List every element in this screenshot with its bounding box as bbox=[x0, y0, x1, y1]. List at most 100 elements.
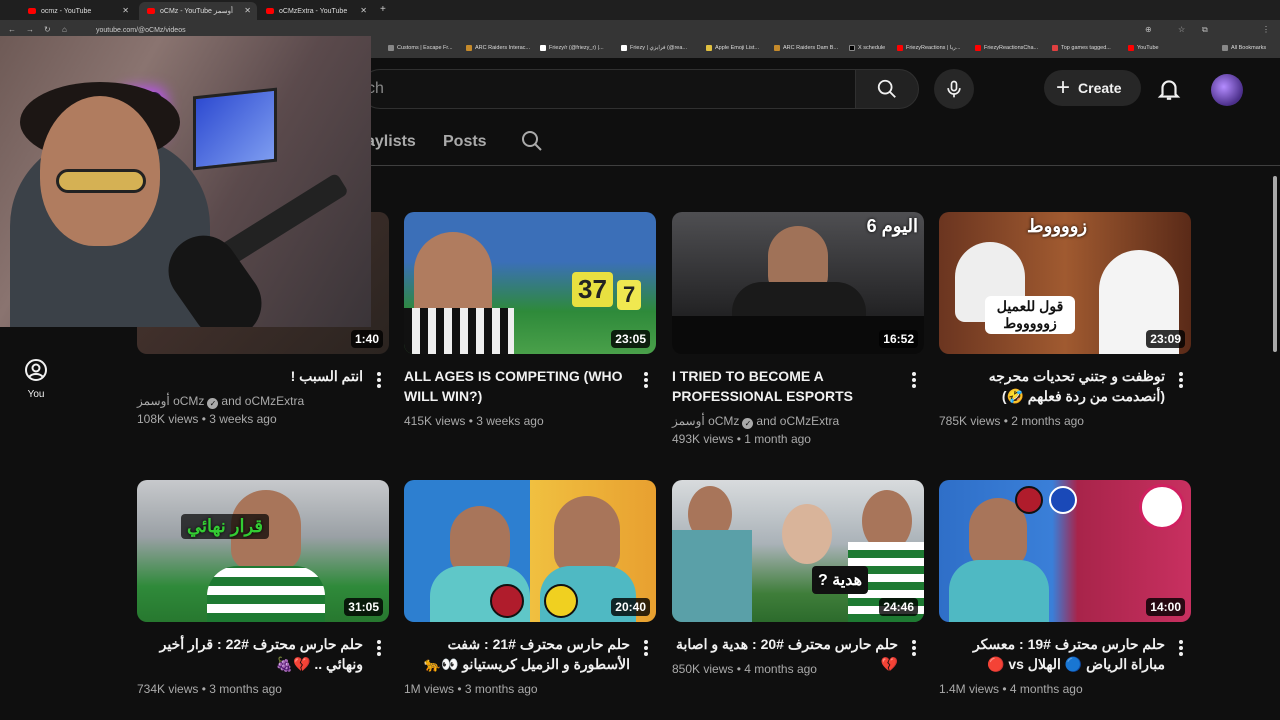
account-avatar[interactable] bbox=[1211, 74, 1243, 106]
person-circle-icon bbox=[25, 359, 47, 381]
video-menu-icon[interactable] bbox=[906, 638, 922, 658]
video-thumbnail[interactable]: 14:00 bbox=[939, 480, 1191, 622]
bookmark-item[interactable]: X schedule bbox=[849, 45, 885, 51]
video-thumbnail[interactable]: هدية ? 24:46 bbox=[672, 480, 924, 622]
bookmark-favicon-icon bbox=[466, 45, 472, 51]
team-badge-icon bbox=[544, 584, 578, 618]
video-title[interactable]: حلم حارس محترف #22 : قرار أخير ونهائي ..… bbox=[137, 634, 363, 674]
thumbnail-caption: قول للعميل زوووووط bbox=[985, 296, 1075, 334]
video-thumbnail[interactable]: زووووط قول للعميل زوووووط 23:09 bbox=[939, 212, 1191, 354]
video-title[interactable]: حلم حارس محترف #19 : معسكر مباراة الرياض… bbox=[939, 634, 1165, 674]
video-menu-icon[interactable] bbox=[371, 638, 387, 658]
browser-menu-icon[interactable]: ⋮ bbox=[1262, 25, 1270, 34]
youtube-favicon-icon bbox=[28, 8, 36, 14]
thumbnail-text: اليوم 6 bbox=[866, 216, 918, 236]
folder-icon bbox=[1222, 45, 1228, 51]
home-icon[interactable]: ⌂ bbox=[62, 25, 67, 34]
search-button[interactable] bbox=[855, 69, 919, 109]
bookmark-item[interactable]: Apple Emoji List... bbox=[706, 45, 759, 51]
video-duration: 23:05 bbox=[611, 330, 650, 348]
sidebar-item-you[interactable]: You bbox=[14, 358, 58, 400]
video-duration: 14:00 bbox=[1146, 598, 1185, 616]
video-menu-icon[interactable] bbox=[1173, 370, 1189, 390]
bookmark-item[interactable]: Customs | Escape Fr... bbox=[388, 45, 453, 51]
video-title[interactable]: انتم السبب ! bbox=[137, 366, 363, 386]
video-card[interactable]: 14:00 حلم حارس محترف #19 : معسكر مباراة … bbox=[939, 480, 1191, 696]
video-card[interactable]: اليوم 6 16:52 I TRIED TO BECOME A PROFES… bbox=[672, 212, 924, 446]
back-icon[interactable]: ← bbox=[8, 25, 16, 34]
bookmark-item[interactable]: ARC Raiders Interac... bbox=[466, 45, 530, 51]
video-stats: 785K views • 2 months ago bbox=[939, 414, 1084, 428]
notifications-bell-icon[interactable] bbox=[1156, 76, 1182, 102]
tab-posts[interactable]: Posts bbox=[443, 133, 487, 151]
create-label: Create bbox=[1078, 80, 1122, 96]
video-title[interactable]: توظفت و جتني تحديات محرجه (أنصدمت من ردة… bbox=[939, 366, 1165, 406]
video-card[interactable]: 20:40 حلم حارس محترف #21 : شفت الأسطورة … bbox=[404, 480, 656, 696]
video-stats: 493K views • 1 month ago bbox=[672, 432, 811, 446]
video-menu-icon[interactable] bbox=[638, 638, 654, 658]
video-card[interactable]: 37 7 23:05 ALL AGES IS COMPETING (WHO WI… bbox=[404, 212, 656, 428]
bookmark-item[interactable]: YouTube bbox=[1128, 45, 1159, 51]
video-duration: 1:40 bbox=[350, 330, 383, 348]
channel-search-icon[interactable] bbox=[520, 129, 544, 153]
video-card[interactable]: هدية ? 24:46 حلم حارس محترف #20 : هدية و… bbox=[672, 480, 924, 676]
bookmark-item[interactable]: FriezyReactionsCha... bbox=[975, 45, 1038, 51]
video-duration: 23:09 bbox=[1146, 330, 1185, 348]
youtube-favicon-icon bbox=[1128, 45, 1134, 51]
all-bookmarks[interactable]: All Bookmarks bbox=[1222, 45, 1266, 51]
video-thumbnail[interactable]: 37 7 23:05 bbox=[404, 212, 656, 354]
avatar-inset bbox=[1139, 484, 1185, 530]
bookmark-item[interactable]: Top games tagged... bbox=[1052, 45, 1111, 51]
forward-icon[interactable]: → bbox=[26, 25, 34, 34]
create-button[interactable]: + Create bbox=[1044, 70, 1141, 106]
video-stats: 850K views • 4 months ago bbox=[672, 662, 817, 676]
bookmark-star-icon[interactable]: ☆ bbox=[1178, 25, 1185, 34]
youtube-favicon-icon bbox=[147, 8, 155, 14]
reload-icon[interactable]: ↻ bbox=[44, 25, 51, 34]
video-card[interactable]: قرار نهائي 31:05 حلم حارس محترف #22 : قر… bbox=[137, 480, 389, 696]
zoom-icon[interactable]: ⊕ bbox=[1145, 25, 1152, 34]
video-duration: 31:05 bbox=[344, 598, 383, 616]
tab-playlists[interactable]: aylists bbox=[366, 133, 416, 151]
browser-tab-1[interactable]: ocmz - YouTube ✕ bbox=[20, 2, 135, 20]
new-tab-icon[interactable]: + bbox=[380, 4, 386, 15]
folder-icon bbox=[388, 45, 394, 51]
search-input[interactable]: ch bbox=[360, 69, 855, 109]
bookmark-favicon-icon bbox=[706, 45, 712, 51]
video-stats: 415K views • 3 weeks ago bbox=[404, 414, 544, 428]
video-title[interactable]: ALL AGES IS COMPETING (WHO WILL WIN?) bbox=[404, 366, 630, 406]
video-thumbnail[interactable]: اليوم 6 16:52 bbox=[672, 212, 924, 354]
video-title[interactable]: I TRIED TO BECOME A PROFESSIONAL ESPORTS… bbox=[672, 366, 898, 406]
video-card[interactable]: زووووط قول للعميل زوووووط 23:09 توظفت و … bbox=[939, 212, 1191, 428]
video-duration: 16:52 bbox=[879, 330, 918, 348]
x-icon bbox=[849, 45, 855, 51]
extensions-icon[interactable]: ⧉ bbox=[1202, 25, 1208, 35]
video-channel[interactable]: أوسمز oCMz ✓ and oCMzExtra bbox=[137, 392, 377, 410]
bookmark-item[interactable]: FriezyReactions | ريا... bbox=[897, 45, 960, 51]
bookmark-item[interactable]: ARC Raiders Dam B... bbox=[774, 45, 838, 51]
thumbnail-text: زووووط bbox=[1027, 216, 1088, 236]
close-tab-icon[interactable]: ✕ bbox=[360, 6, 367, 15]
streamer-glasses bbox=[56, 169, 146, 193]
video-menu-icon[interactable] bbox=[906, 370, 922, 390]
browser-tab-2[interactable]: oCMz - YouTube أوسمز ✕ bbox=[139, 2, 257, 20]
monitor-image bbox=[193, 87, 277, 171]
video-thumbnail[interactable]: قرار نهائي 31:05 bbox=[137, 480, 389, 622]
video-thumbnail[interactable]: 20:40 bbox=[404, 480, 656, 622]
voice-search-button[interactable] bbox=[934, 69, 974, 109]
video-channel[interactable]: أوسمز oCMz ✓ and oCMzExtra bbox=[672, 412, 912, 430]
browser-tab-strip: ocmz - YouTube ✕ oCMz - YouTube أوسمز ✕ … bbox=[0, 0, 1280, 20]
video-stats: 1M views • 3 months ago bbox=[404, 682, 538, 696]
video-title[interactable]: حلم حارس محترف #21 : شفت الأسطورة و الزم… bbox=[404, 634, 630, 674]
bookmark-item[interactable]: Friezy/r (@friezy_r) |... bbox=[540, 45, 604, 51]
close-tab-icon[interactable]: ✕ bbox=[244, 6, 251, 15]
video-menu-icon[interactable] bbox=[371, 370, 387, 390]
video-menu-icon[interactable] bbox=[638, 370, 654, 390]
bookmark-item[interactable]: Friezy | فرايزي (@rea... bbox=[621, 45, 687, 51]
close-tab-icon[interactable]: ✕ bbox=[122, 6, 129, 15]
bookmark-favicon-icon bbox=[1052, 45, 1058, 51]
page-scrollbar[interactable] bbox=[1273, 176, 1277, 352]
video-menu-icon[interactable] bbox=[1173, 638, 1189, 658]
team-badge-icon bbox=[1049, 486, 1077, 514]
browser-tab-3[interactable]: oCMzExtra - YouTube ✕ bbox=[258, 2, 373, 20]
